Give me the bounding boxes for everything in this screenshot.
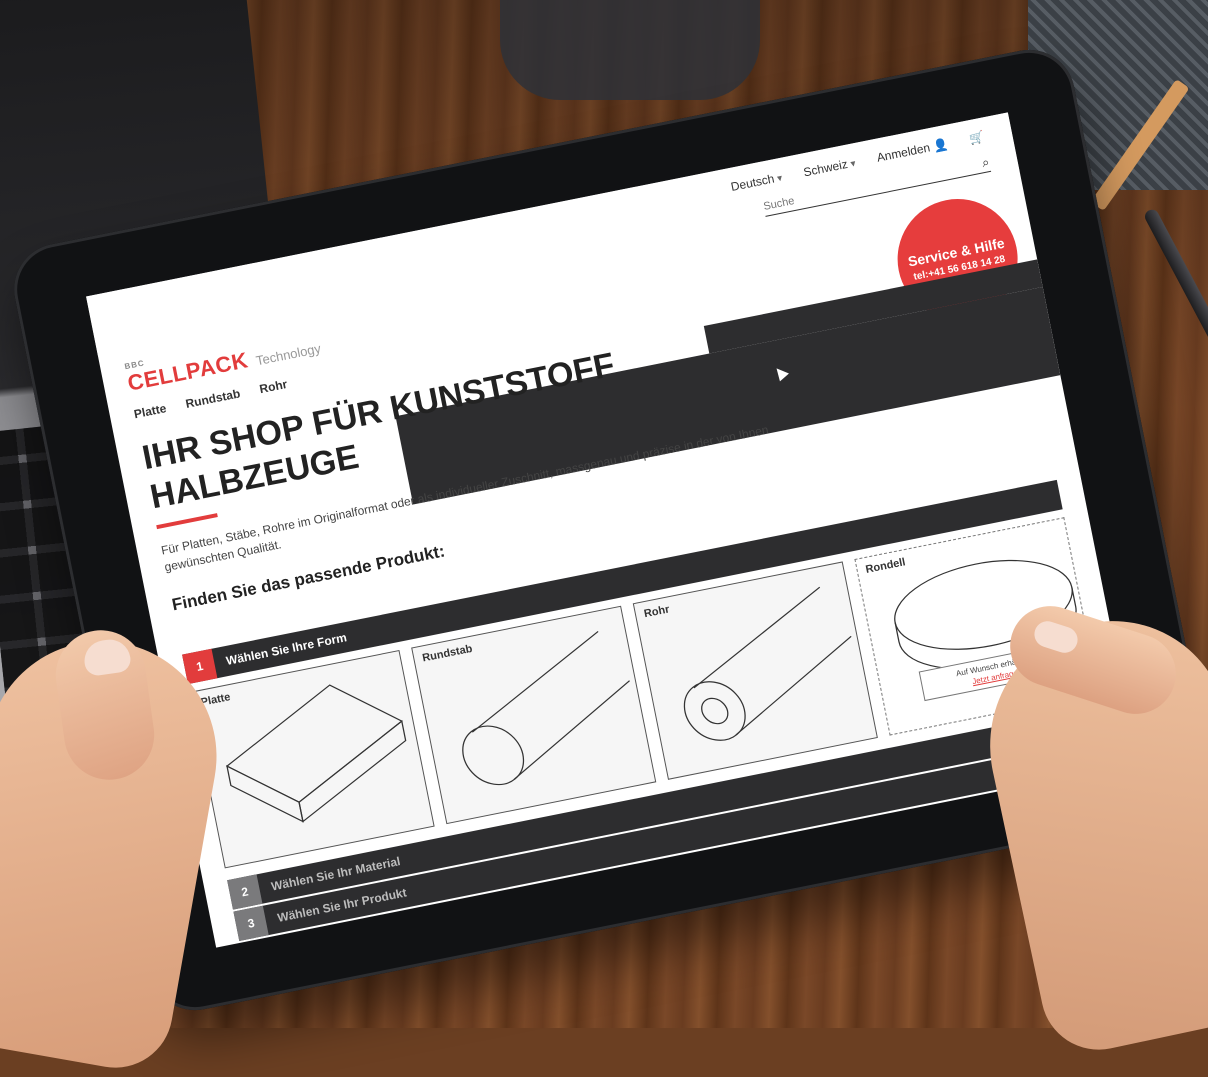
- rundstab-drawing: [462, 631, 630, 786]
- shape-card-rundstab[interactable]: Rundstab: [411, 605, 657, 825]
- nav-item-platte[interactable]: Platte: [133, 401, 168, 421]
- nav-item-rohr[interactable]: Rohr: [258, 377, 288, 396]
- step-number: 3: [233, 905, 269, 941]
- step-number: 2: [227, 874, 263, 910]
- step-number: 1: [182, 648, 218, 685]
- language-select[interactable]: Deutsch▾: [730, 170, 784, 194]
- chevron-down-icon: ▾: [849, 158, 857, 171]
- pen: [1142, 207, 1208, 373]
- user-icon: 👤: [931, 136, 950, 154]
- nav-item-rundstab[interactable]: Rundstab: [184, 386, 241, 411]
- country-select[interactable]: Schweiz▾: [802, 155, 856, 179]
- chevron-down-icon: ▾: [776, 172, 784, 185]
- tablet-screen: Deutsch▾ Schweiz▾ Anmelden 👤 🛒 ⌕ BBC CEL…: [86, 112, 1138, 948]
- platte-drawing: [225, 684, 407, 823]
- logo-tagline: Technology: [254, 340, 323, 369]
- rohr-drawing: [683, 586, 852, 741]
- title-underline: [156, 513, 218, 530]
- step-label: Wählen Sie Ihre Form: [224, 630, 348, 668]
- cart-icon[interactable]: 🛒: [968, 130, 985, 147]
- shape-card-rohr[interactable]: Rohr: [632, 561, 878, 780]
- mug: [500, 0, 760, 100]
- shape-card-platte[interactable]: Platte: [189, 649, 435, 869]
- login-link[interactable]: Anmelden 👤: [876, 137, 950, 165]
